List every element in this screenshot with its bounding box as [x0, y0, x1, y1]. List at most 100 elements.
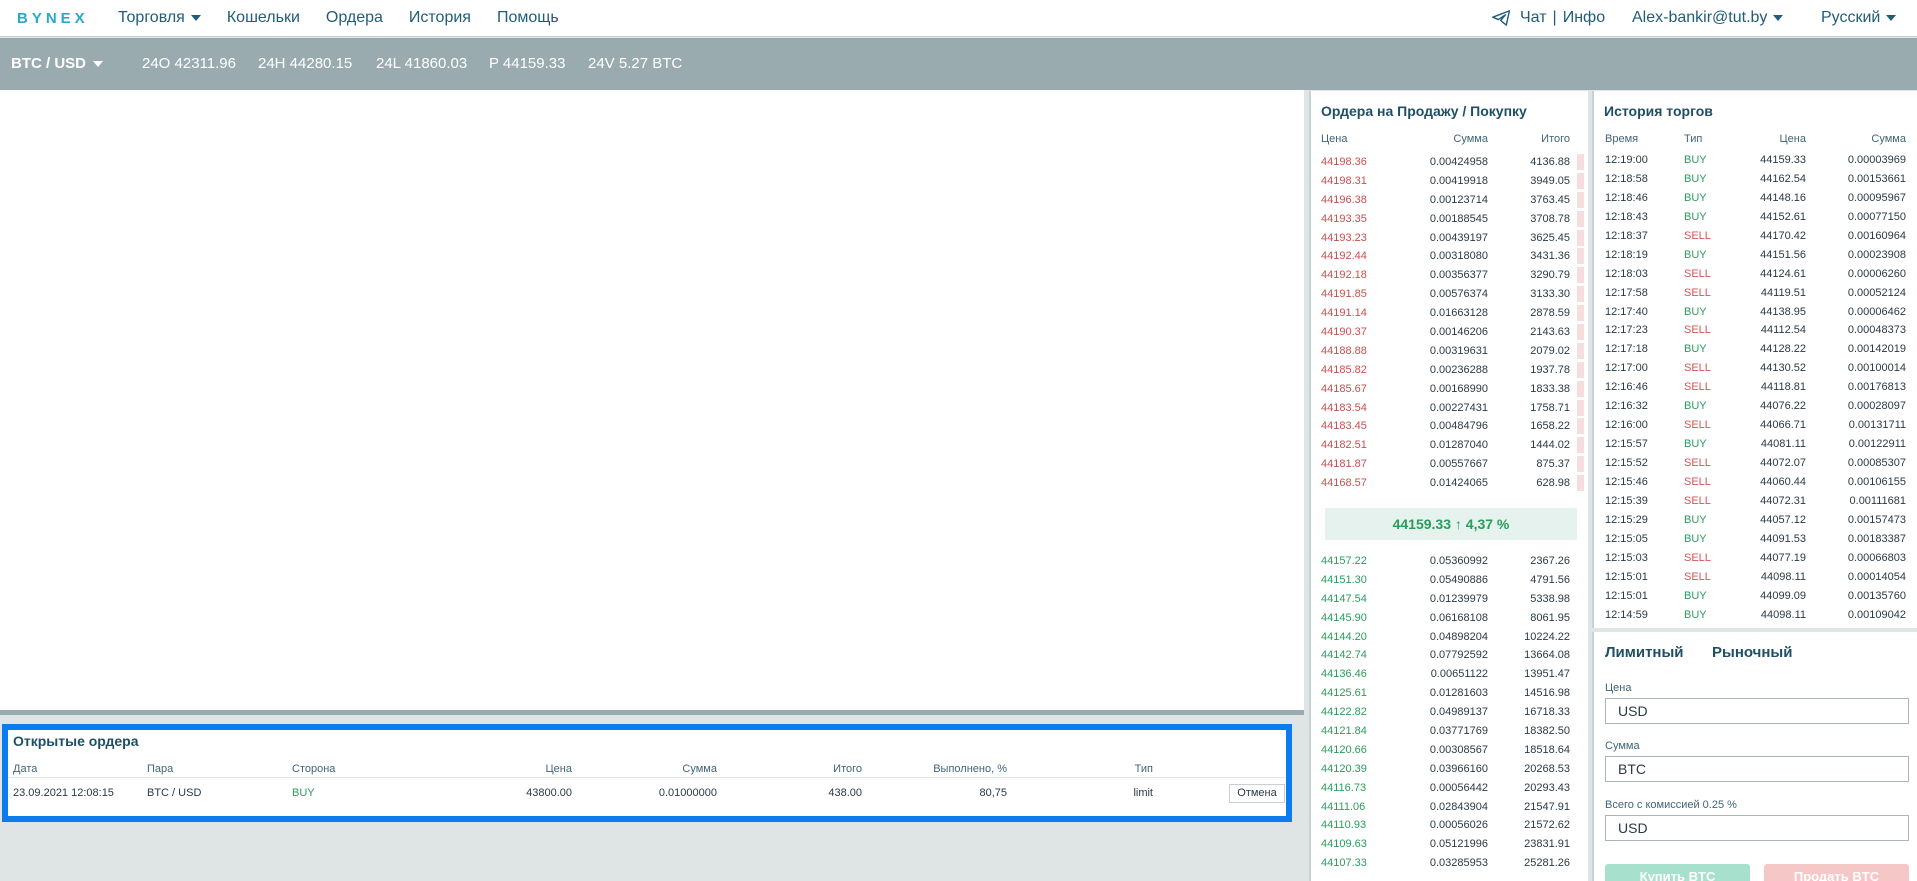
- order-amount: 0.00056026: [1429, 819, 1488, 832]
- order-total: 3133.30: [1530, 288, 1570, 301]
- order-total: 2367.26: [1530, 555, 1570, 567]
- menu-item-wallets[interactable]: Кошельки: [227, 9, 300, 27]
- bid-row[interactable]: 44110.93 0.00056026 21572.62: [1311, 816, 1588, 835]
- info-link[interactable]: Инфо: [1563, 9, 1605, 27]
- menu-item-label: Ордера: [325, 9, 383, 26]
- bid-row[interactable]: 44151.30 0.05490886 4791.56: [1311, 571, 1588, 590]
- tab-market[interactable]: Рыночный: [1712, 644, 1792, 661]
- order-amount: 0.01281603: [1429, 687, 1488, 700]
- tab-limit[interactable]: Лимитный: [1605, 644, 1684, 661]
- ask-row[interactable]: 44192.44 0.00318080 3431.36: [1311, 247, 1588, 266]
- order-amount: 0.00557667: [1429, 458, 1488, 471]
- order-price: 44120.39: [1321, 762, 1367, 775]
- ask-row[interactable]: 44191.14 0.01663128 2878.59: [1311, 304, 1588, 323]
- bid-row[interactable]: 44157.22 0.05360992 2367.26: [1311, 552, 1588, 571]
- bid-row[interactable]: 44107.33 0.03285953 25281.26: [1311, 854, 1588, 873]
- ask-row[interactable]: 44183.54 0.00227431 1758.71: [1311, 399, 1588, 418]
- ask-row[interactable]: 44185.82 0.00236288 1937.78: [1311, 361, 1588, 380]
- menu-item-label: Помощь: [496, 9, 559, 26]
- language-select[interactable]: Русский: [1821, 9, 1897, 27]
- total-label: Всего с комиссией 0.25 %: [1605, 799, 1737, 811]
- chat-link[interactable]: Чат: [1520, 9, 1547, 27]
- bid-row[interactable]: 44121.84 0.03771769 18382.50: [1311, 722, 1588, 741]
- order-price: 44191.14: [1321, 307, 1367, 320]
- bid-row[interactable]: 44136.46 0.00651122 13951.47: [1311, 665, 1588, 684]
- bid-row[interactable]: 44142.74 0.07792592 13664.08: [1311, 646, 1588, 665]
- order-price: 44142.74: [1321, 649, 1367, 662]
- bid-row[interactable]: 44145.90 0.06168108 8061.95: [1311, 609, 1588, 628]
- menu-item-label: Кошельки: [226, 9, 300, 26]
- ask-row[interactable]: 44185.67 0.00168990 1833.38: [1311, 380, 1588, 399]
- bid-row[interactable]: 44120.66 0.00308567 18518.64: [1311, 741, 1588, 760]
- user-menu[interactable]: Alex-bankir@tut.by: [1632, 9, 1784, 27]
- bid-row[interactable]: 44111.06 0.02843904 21547.91: [1311, 798, 1588, 817]
- col-header-type: Тип: [1684, 133, 1703, 145]
- order-amount: 0.00123714: [1429, 193, 1488, 206]
- open-orders-header: Дата Пара Сторона Цена Сумма Итого Выпол…: [8, 760, 1286, 778]
- sell-button[interactable]: Продать BTC: [1764, 864, 1909, 881]
- table-row: 12:18:19 BUY 44151.56 0.00023908: [1594, 246, 1917, 265]
- trade-time: 12:15:01: [1605, 589, 1648, 602]
- trade-amount: 0.00142019: [1847, 343, 1906, 356]
- order-amount: 0.00419918: [1429, 174, 1488, 187]
- bid-row[interactable]: 44144.20 0.04898204 10224.22: [1311, 628, 1588, 647]
- price-input[interactable]: USD: [1605, 698, 1909, 724]
- trade-type: BUY: [1684, 343, 1707, 356]
- chart-area[interactable]: [0, 90, 1304, 710]
- ask-row[interactable]: 44193.23 0.00439197 3625.45: [1311, 229, 1588, 248]
- ask-row[interactable]: 44183.45 0.00484796 1658.22: [1311, 417, 1588, 436]
- bid-row[interactable]: 44116.73 0.00056442 20293.43: [1311, 779, 1588, 798]
- ask-row[interactable]: 44168.57 0.01424065 628.98: [1311, 474, 1588, 493]
- table-row: 12:15:03 SELL 44077.19 0.00066803: [1594, 549, 1917, 568]
- bid-row[interactable]: 44120.39 0.03966160 20268.53: [1311, 760, 1588, 779]
- orderbook-header: Цена Сумма Итого: [1311, 133, 1588, 149]
- trade-amount: 0.00028097: [1847, 400, 1906, 413]
- cancel-order-button[interactable]: Отмена: [1229, 784, 1285, 803]
- bid-row[interactable]: 44109.63 0.05121996 23831.91: [1311, 835, 1588, 854]
- order-amount: 0.05360992: [1429, 555, 1488, 567]
- ask-row[interactable]: 44182.51 0.01287040 1444.02: [1311, 436, 1588, 455]
- ask-row[interactable]: 44198.36 0.00424958 4136.88: [1311, 153, 1588, 172]
- logo[interactable]: BYNEX: [17, 10, 89, 27]
- table-row: 12:15:52 SELL 44072.07 0.00085307: [1594, 454, 1917, 473]
- nav-separator: |: [1552, 9, 1557, 26]
- chevron-down-icon: [1886, 15, 1897, 21]
- order-price: 44110.93: [1321, 819, 1367, 832]
- order-total: 23831.91: [1524, 838, 1570, 851]
- bid-row[interactable]: 44122.82 0.04989137 16718.33: [1311, 703, 1588, 722]
- trade-time: 12:16:00: [1605, 419, 1648, 432]
- menu-item-trading[interactable]: Торговля: [118, 9, 201, 27]
- ask-row[interactable]: 44198.31 0.00419918 3949.05: [1311, 172, 1588, 191]
- trade-type: BUY: [1684, 532, 1707, 545]
- asks-list: 44198.36 0.00424958 4136.88 44198.31 0.00419…: [1311, 153, 1588, 493]
- menu-item-help[interactable]: Помощь: [497, 9, 559, 27]
- table-row: 12:19:00 BUY 44159.33 0.00003969: [1594, 151, 1917, 170]
- col-header-pair: Пара: [147, 763, 174, 775]
- total-input[interactable]: USD: [1605, 815, 1909, 841]
- buy-button[interactable]: Купить BTC: [1605, 864, 1750, 881]
- order-amount: 0.01287040: [1429, 439, 1488, 452]
- ask-row[interactable]: 44193.35 0.00188545 3708.78: [1311, 210, 1588, 229]
- trade-time: 12:18:37: [1605, 229, 1648, 242]
- ask-row[interactable]: 44188.88 0.00319631 2079.02: [1311, 342, 1588, 361]
- pair-select[interactable]: BTC / USD: [11, 55, 103, 72]
- menu-item-orders[interactable]: Ордера: [326, 9, 383, 27]
- menu-item-history[interactable]: История: [409, 9, 471, 27]
- ask-row[interactable]: 44191.85 0.00576374 3133.30: [1311, 285, 1588, 304]
- amount-input[interactable]: BTC: [1605, 756, 1909, 782]
- order-total: 4136.88: [1530, 156, 1570, 168]
- ask-row[interactable]: 44181.87 0.00557667 875.37: [1311, 455, 1588, 474]
- ask-row[interactable]: 44190.37 0.00146206 2143.63: [1311, 323, 1588, 342]
- trade-type: BUY: [1684, 210, 1707, 223]
- telegram-icon[interactable]: [1492, 10, 1511, 26]
- bid-row[interactable]: 44125.61 0.01281603 14516.98: [1311, 684, 1588, 703]
- ask-row[interactable]: 44192.18 0.00356377 3290.79: [1311, 266, 1588, 285]
- ask-row[interactable]: 44196.38 0.00123714 3763.45: [1311, 191, 1588, 210]
- trade-form-panel: Лимитный Рыночный Цена USD Сумма BTC Все…: [1592, 632, 1917, 881]
- bid-row[interactable]: 44147.54 0.01239979 5338.98: [1311, 590, 1588, 609]
- table-row: 12:18:03 SELL 44124.61 0.00006260: [1594, 265, 1917, 284]
- order-price: 44185.67: [1321, 382, 1367, 395]
- chart-divider: [0, 710, 1304, 715]
- ticker-high: 24H 44280.15: [258, 55, 353, 72]
- trade-price: 44091.53: [1760, 532, 1806, 545]
